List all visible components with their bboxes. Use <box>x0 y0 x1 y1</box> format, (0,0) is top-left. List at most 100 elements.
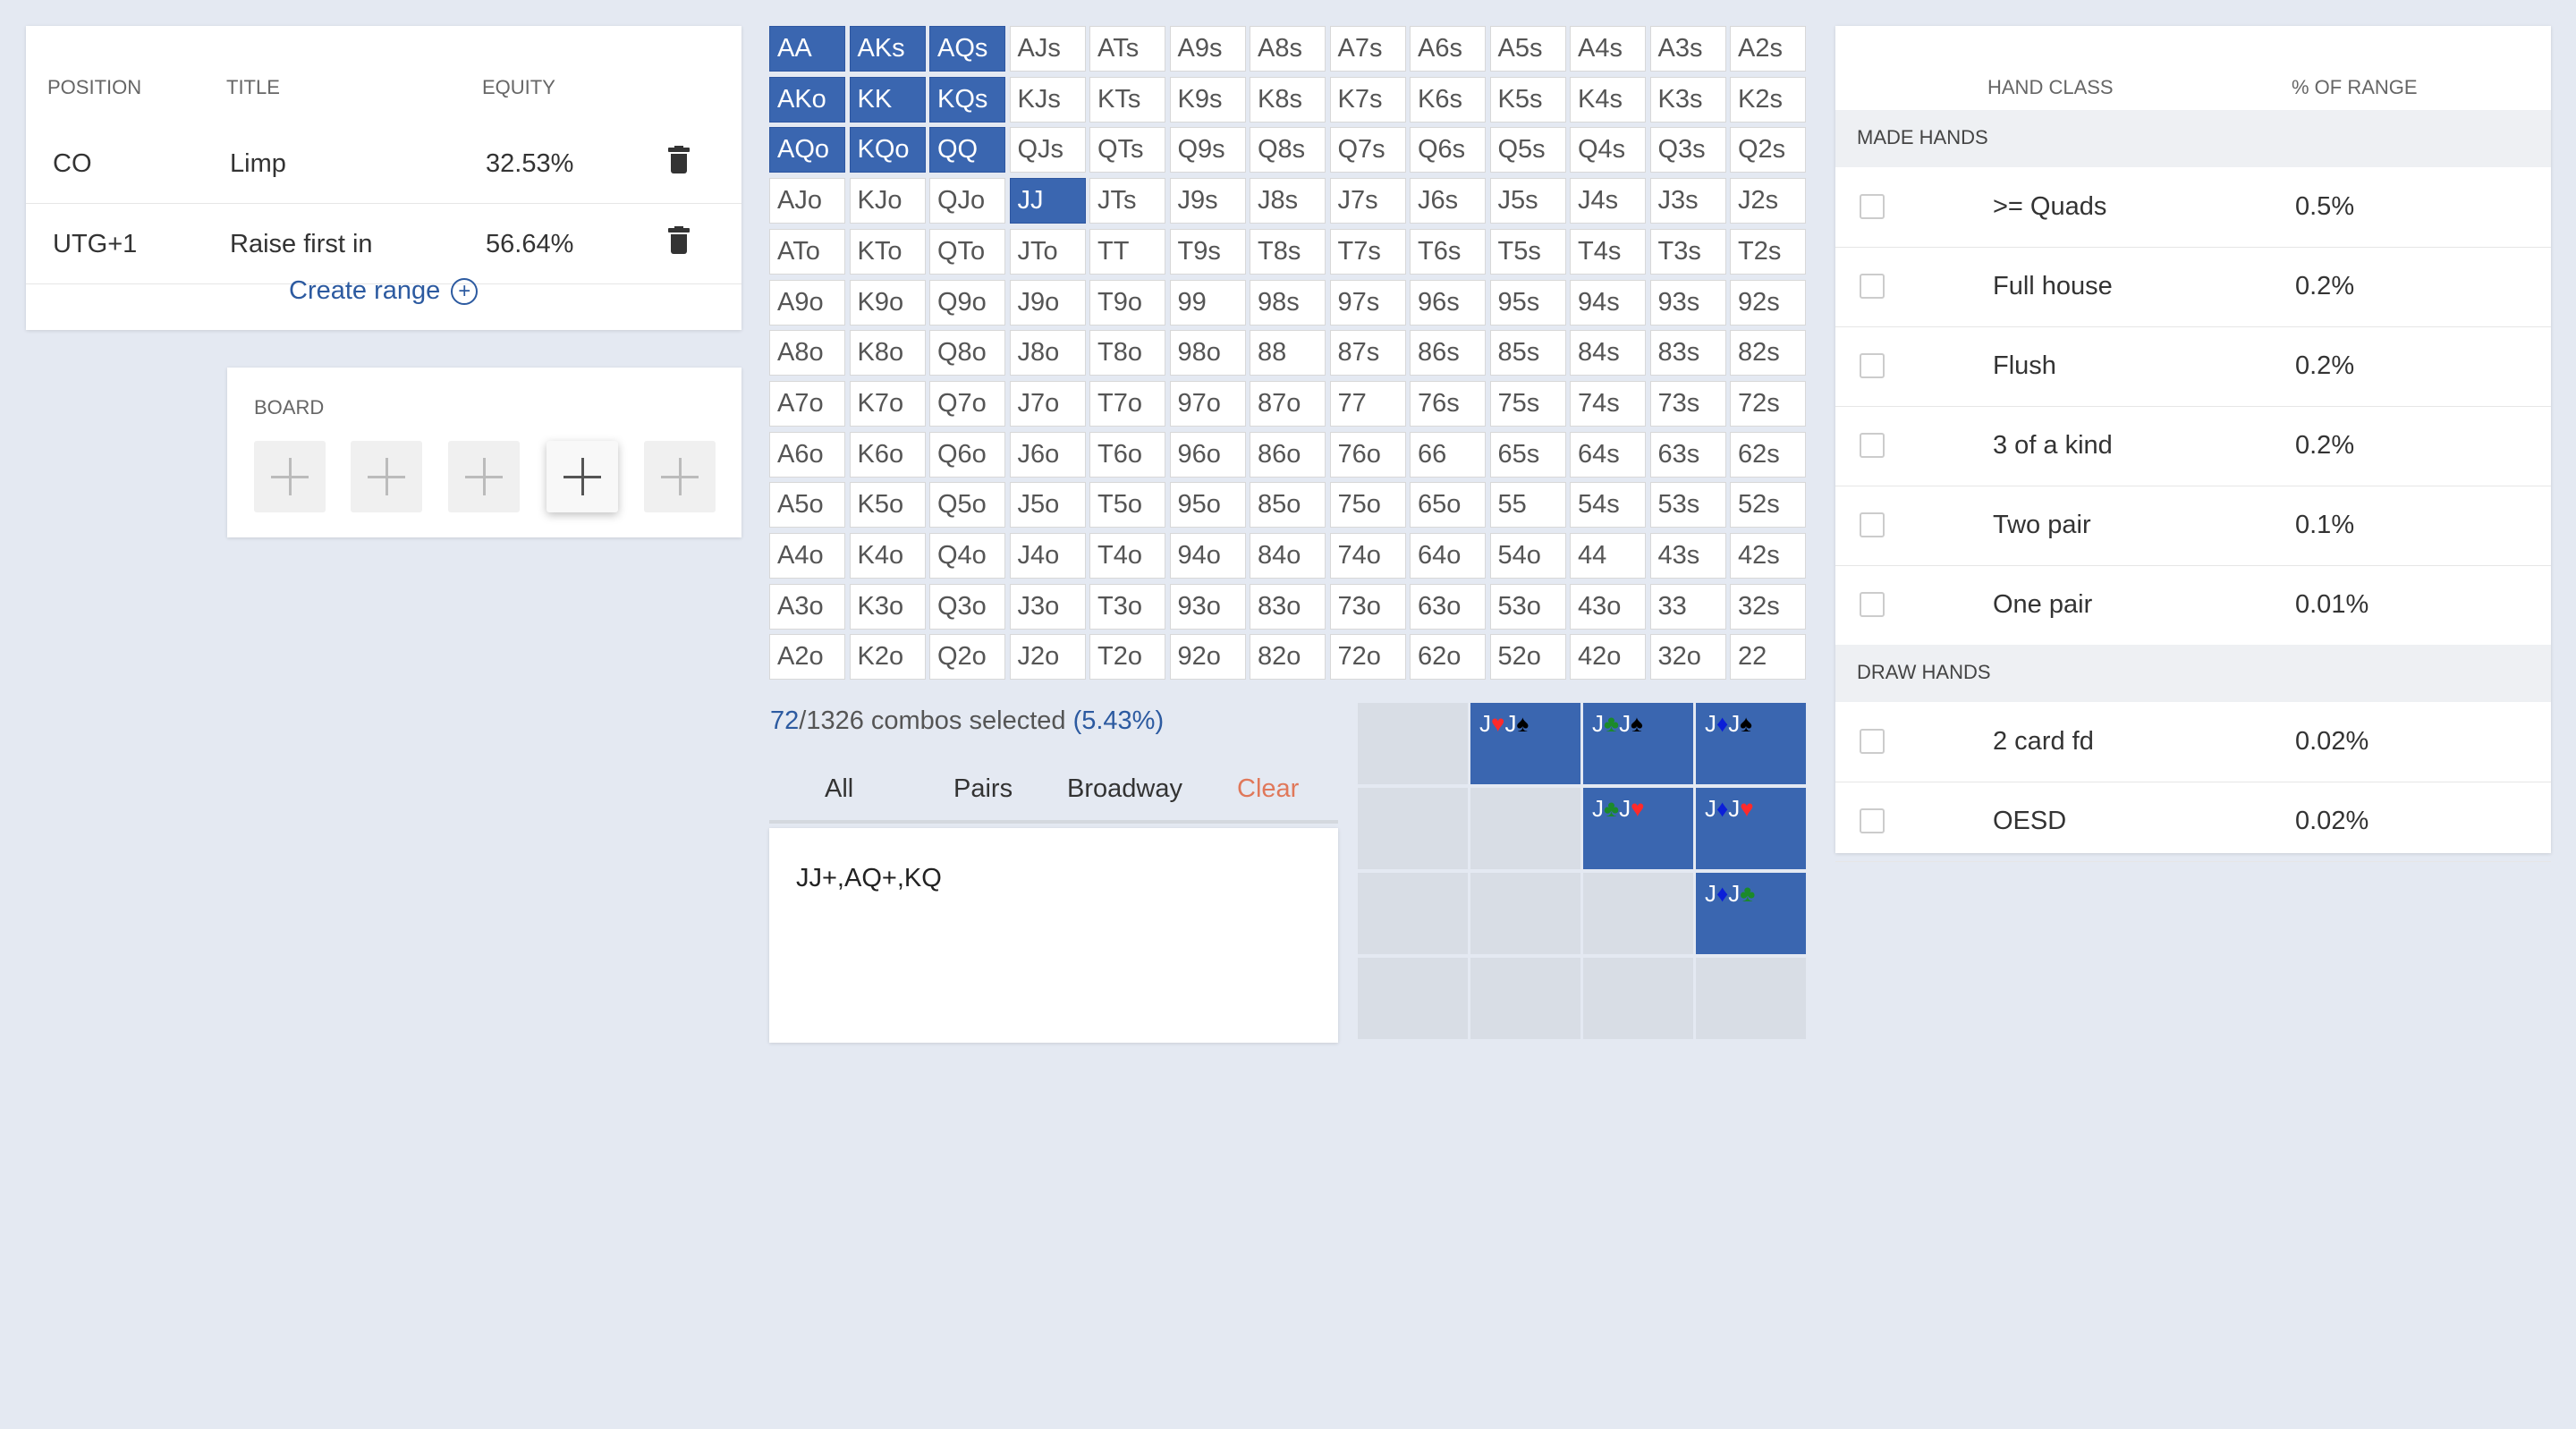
hand-cell[interactable]: K6o <box>849 431 926 478</box>
hand-cell[interactable]: Q9o <box>929 279 1005 326</box>
filter-pairs[interactable]: Pairs <box>953 774 1013 804</box>
hand-cell[interactable]: QTo <box>929 228 1005 275</box>
hand-cell[interactable]: J9s <box>1169 178 1246 224</box>
hand-cell[interactable]: T5s <box>1489 228 1566 275</box>
hand-cell[interactable]: 63o <box>1410 583 1486 630</box>
hand-cell[interactable]: J6o <box>1009 431 1086 478</box>
hand-cell[interactable]: 99 <box>1169 279 1246 326</box>
hand-cell[interactable]: Q8o <box>929 330 1005 376</box>
hand-cell[interactable]: 66 <box>1410 431 1486 478</box>
hand-cell[interactable]: A8o <box>769 330 845 376</box>
clear-button[interactable]: Clear <box>1237 774 1299 804</box>
combo-cell-empty[interactable] <box>1358 703 1468 784</box>
hand-cell[interactable]: KK <box>849 76 926 123</box>
hand-cell[interactable]: T9s <box>1169 228 1246 275</box>
hand-cell[interactable]: T8o <box>1089 330 1165 376</box>
hand-cell[interactable]: 75s <box>1489 380 1566 427</box>
hand-cell[interactable]: A7s <box>1329 26 1406 72</box>
hand-cell[interactable]: A2o <box>769 634 845 681</box>
hand-cell[interactable]: 98o <box>1169 330 1246 376</box>
checkbox[interactable] <box>1860 592 1885 617</box>
hand-cell[interactable]: A9o <box>769 279 845 326</box>
hand-cell[interactable]: K8s <box>1250 76 1326 123</box>
checkbox[interactable] <box>1860 512 1885 537</box>
hand-cell[interactable]: AJs <box>1009 26 1086 72</box>
hand-cell[interactable]: Q2s <box>1730 127 1806 173</box>
hand-cell[interactable]: K3o <box>849 583 926 630</box>
combo-cell-empty[interactable] <box>1470 958 1580 1039</box>
combo-cell-empty[interactable] <box>1358 958 1468 1039</box>
hand-cell[interactable]: 54o <box>1489 533 1566 579</box>
hand-cell[interactable]: 52o <box>1489 634 1566 681</box>
hand-cell[interactable]: 86s <box>1410 330 1486 376</box>
hand-cell[interactable]: ATo <box>769 228 845 275</box>
hand-cell[interactable]: 64o <box>1410 533 1486 579</box>
hand-cell[interactable]: AA <box>769 26 845 72</box>
board-card-slot[interactable] <box>547 441 618 512</box>
hand-cell[interactable]: K9s <box>1169 76 1246 123</box>
hand-cell[interactable]: 22 <box>1730 634 1806 681</box>
hand-cell[interactable]: J4s <box>1570 178 1646 224</box>
hand-cell[interactable]: Q3s <box>1649 127 1726 173</box>
hand-cell[interactable]: A6s <box>1410 26 1486 72</box>
hand-cell[interactable]: JTo <box>1009 228 1086 275</box>
hand-cell[interactable]: K4s <box>1570 76 1646 123</box>
hand-cell[interactable]: K2o <box>849 634 926 681</box>
hand-cell[interactable]: 74o <box>1329 533 1406 579</box>
hand-cell[interactable]: T6s <box>1410 228 1486 275</box>
hand-cell[interactable]: T3o <box>1089 583 1165 630</box>
hand-cell[interactable]: Q5s <box>1489 127 1566 173</box>
combo-cell-empty[interactable] <box>1583 958 1693 1039</box>
trash-icon[interactable] <box>665 146 692 176</box>
hand-cell[interactable]: 73s <box>1649 380 1726 427</box>
hand-cell[interactable]: T8s <box>1250 228 1326 275</box>
hand-cell[interactable]: 42s <box>1730 533 1806 579</box>
hand-cell[interactable]: J7o <box>1009 380 1086 427</box>
hand-cell[interactable]: Q6o <box>929 431 1005 478</box>
hand-cell[interactable]: Q4s <box>1570 127 1646 173</box>
hand-cell[interactable]: 65s <box>1489 431 1566 478</box>
combo-cell[interactable]: J♣J♠ <box>1583 703 1693 784</box>
hand-cell[interactable]: 95s <box>1489 279 1566 326</box>
hand-cell[interactable]: 65o <box>1410 482 1486 528</box>
hand-cell[interactable]: A4s <box>1570 26 1646 72</box>
hand-cell[interactable]: 63s <box>1649 431 1726 478</box>
combo-cell-empty[interactable] <box>1470 873 1580 954</box>
hand-cell[interactable]: 44 <box>1570 533 1646 579</box>
trash-icon[interactable] <box>665 226 692 257</box>
hand-cell[interactable]: J8o <box>1009 330 1086 376</box>
hand-cell[interactable]: T6o <box>1089 431 1165 478</box>
hand-cell[interactable]: A4o <box>769 533 845 579</box>
hand-cell[interactable]: 42o <box>1570 634 1646 681</box>
checkbox[interactable] <box>1860 274 1885 299</box>
hand-cell[interactable]: Q7o <box>929 380 1005 427</box>
hand-cell[interactable]: 94s <box>1570 279 1646 326</box>
hand-cell[interactable]: AQs <box>929 26 1005 72</box>
hand-cell[interactable]: KTo <box>849 228 926 275</box>
hand-cell[interactable]: A5o <box>769 482 845 528</box>
hand-cell[interactable]: 82s <box>1730 330 1806 376</box>
hand-cell[interactable]: K7s <box>1329 76 1406 123</box>
board-card-slot[interactable] <box>644 441 716 512</box>
hand-cell[interactable]: 85o <box>1250 482 1326 528</box>
hand-cell[interactable]: 54s <box>1570 482 1646 528</box>
hand-cell[interactable]: 43o <box>1570 583 1646 630</box>
hand-cell[interactable]: 93o <box>1169 583 1246 630</box>
hand-cell[interactable]: 76s <box>1410 380 1486 427</box>
hand-cell[interactable]: K2s <box>1730 76 1806 123</box>
combo-cell-empty[interactable] <box>1358 788 1468 869</box>
hand-cell[interactable]: 92s <box>1730 279 1806 326</box>
hand-cell[interactable]: Q3o <box>929 583 1005 630</box>
hand-cell[interactable]: 33 <box>1649 583 1726 630</box>
hand-cell[interactable]: 83o <box>1250 583 1326 630</box>
hand-cell[interactable]: 84o <box>1250 533 1326 579</box>
hand-cell[interactable]: J9o <box>1009 279 1086 326</box>
hand-cell[interactable]: 55 <box>1489 482 1566 528</box>
hand-cell[interactable]: K9o <box>849 279 926 326</box>
hand-cell[interactable]: 73o <box>1329 583 1406 630</box>
checkbox[interactable] <box>1860 808 1885 833</box>
hand-cell[interactable]: J2o <box>1009 634 1086 681</box>
hand-cell[interactable]: A7o <box>769 380 845 427</box>
hand-cell[interactable]: 52s <box>1730 482 1806 528</box>
combo-cell-empty[interactable] <box>1358 873 1468 954</box>
